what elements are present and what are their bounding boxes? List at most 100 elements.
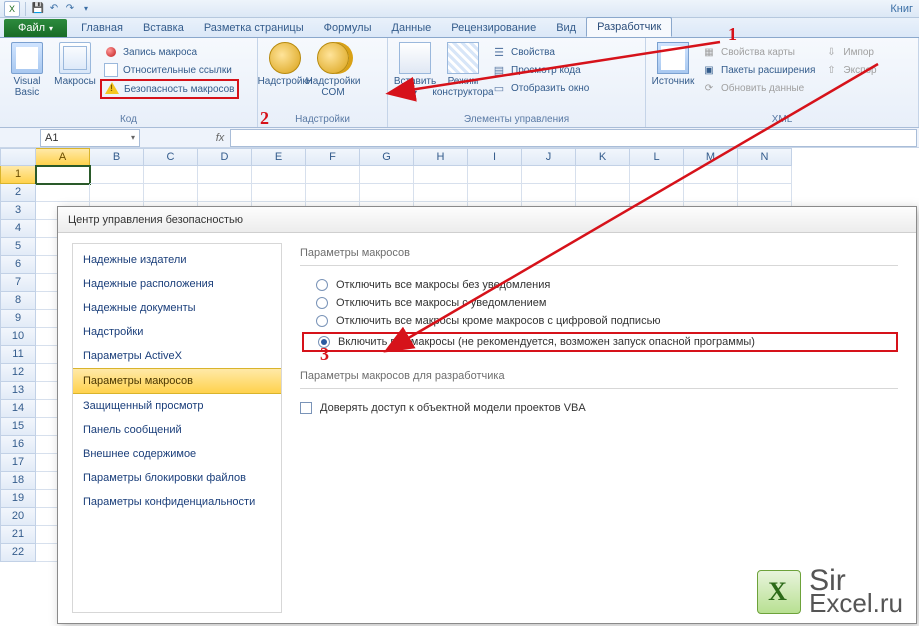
cell[interactable] [306, 184, 360, 202]
row-header[interactable]: 9 [0, 310, 36, 328]
cell[interactable] [630, 166, 684, 184]
trust-center-nav-item[interactable]: Защищенный просмотр [73, 394, 281, 418]
col-header[interactable]: L [630, 148, 684, 166]
cell[interactable] [90, 184, 144, 202]
row-header[interactable]: 4 [0, 220, 36, 238]
row-header[interactable]: 13 [0, 382, 36, 400]
addins-button[interactable]: Надстройки [262, 40, 308, 113]
macros-button[interactable]: Макросы [52, 40, 98, 113]
col-header[interactable]: D [198, 148, 252, 166]
undo-icon[interactable]: ↶ [47, 2, 61, 16]
cell[interactable] [576, 184, 630, 202]
cell[interactable] [414, 184, 468, 202]
tab-review[interactable]: Рецензирование [441, 19, 546, 37]
run-dialog-button[interactable]: Отобразить окно [488, 79, 592, 97]
col-header[interactable]: A [36, 148, 90, 166]
cell[interactable] [684, 184, 738, 202]
tab-data[interactable]: Данные [382, 19, 442, 37]
tab-file[interactable]: Файл [4, 19, 67, 37]
trust-center-nav-item[interactable]: Параметры ActiveX [73, 344, 281, 368]
col-header[interactable]: C [144, 148, 198, 166]
row-header[interactable]: 11 [0, 346, 36, 364]
row-header[interactable]: 5 [0, 238, 36, 256]
row-header[interactable]: 3 [0, 202, 36, 220]
trust-center-nav-item[interactable]: Надежные расположения [73, 272, 281, 296]
expansion-packs-button[interactable]: ▣Пакеты расширения [698, 61, 818, 79]
visual-basic-button[interactable]: Visual Basic [4, 40, 50, 113]
row-header[interactable]: 14 [0, 400, 36, 418]
cell[interactable] [738, 184, 792, 202]
cell[interactable] [522, 184, 576, 202]
cell[interactable] [36, 166, 90, 184]
tab-home[interactable]: Главная [71, 19, 133, 37]
source-button[interactable]: Источник [650, 40, 696, 113]
cell[interactable] [360, 184, 414, 202]
cell[interactable] [630, 184, 684, 202]
trust-center-nav-item[interactable]: Внешнее содержимое [73, 442, 281, 466]
cell[interactable] [252, 166, 306, 184]
col-header[interactable]: M [684, 148, 738, 166]
tab-page-layout[interactable]: Разметка страницы [194, 19, 314, 37]
tab-formulas[interactable]: Формулы [314, 19, 382, 37]
opt-disable-except-signed[interactable]: Отключить все макросы кроме макросов с ц… [300, 312, 898, 330]
trust-vba-checkbox[interactable]: Доверять доступ к объектной модели проек… [300, 399, 898, 417]
row-header[interactable]: 12 [0, 364, 36, 382]
row-header[interactable]: 20 [0, 508, 36, 526]
com-addins-button[interactable]: Надстройки COM [310, 40, 356, 113]
row-header[interactable]: 19 [0, 490, 36, 508]
col-header[interactable]: J [522, 148, 576, 166]
row-header[interactable]: 17 [0, 454, 36, 472]
cell[interactable] [738, 166, 792, 184]
formula-input[interactable] [230, 129, 917, 147]
trust-center-nav-item[interactable]: Надежные издатели [73, 248, 281, 272]
cell[interactable] [468, 184, 522, 202]
cell[interactable] [360, 166, 414, 184]
row-header[interactable]: 6 [0, 256, 36, 274]
row-header[interactable]: 21 [0, 526, 36, 544]
col-header[interactable]: H [414, 148, 468, 166]
cell[interactable] [36, 184, 90, 202]
cell[interactable] [306, 166, 360, 184]
properties-button[interactable]: Свойства [488, 43, 592, 61]
opt-disable-no-notify[interactable]: Отключить все макросы без уведомления [300, 276, 898, 294]
cell[interactable] [198, 184, 252, 202]
relative-refs-button[interactable]: Относительные ссылки [100, 61, 239, 79]
record-macro-button[interactable]: Запись макроса [100, 43, 239, 61]
trust-center-nav-item[interactable]: Надстройки [73, 320, 281, 344]
insert-controls-button[interactable]: Вставить▾ [392, 40, 438, 113]
opt-disable-notify[interactable]: Отключить все макросы с уведомлением [300, 294, 898, 312]
trust-center-nav-item[interactable]: Панель сообщений [73, 418, 281, 442]
excel-icon[interactable]: X [4, 1, 20, 17]
view-code-button[interactable]: Просмотр кода [488, 61, 592, 79]
col-header[interactable]: G [360, 148, 414, 166]
chevron-down-icon[interactable]: ▾ [131, 133, 135, 142]
col-header[interactable]: E [252, 148, 306, 166]
cell[interactable] [90, 166, 144, 184]
col-header[interactable]: K [576, 148, 630, 166]
tab-developer[interactable]: Разработчик [586, 17, 672, 37]
trust-center-nav-item[interactable]: Параметры конфиденциальности [73, 490, 281, 514]
row-header[interactable]: 7 [0, 274, 36, 292]
trust-center-nav-item[interactable]: Надежные документы [73, 296, 281, 320]
tab-insert[interactable]: Вставка [133, 19, 194, 37]
row-header[interactable]: 1 [0, 166, 36, 184]
col-header[interactable]: I [468, 148, 522, 166]
cell[interactable] [576, 166, 630, 184]
trust-center-nav-item[interactable]: Параметры макросов [73, 368, 281, 394]
name-box[interactable]: A1▾ [40, 129, 140, 147]
qat-dropdown-icon[interactable]: ▾ [79, 2, 93, 16]
cell[interactable] [684, 166, 738, 184]
select-all-corner[interactable] [0, 148, 36, 166]
design-mode-button[interactable]: Режим конструктора [440, 40, 486, 113]
row-header[interactable]: 15 [0, 418, 36, 436]
cell[interactable] [468, 166, 522, 184]
row-header[interactable]: 18 [0, 472, 36, 490]
cell[interactable] [252, 184, 306, 202]
fx-icon[interactable]: fx [210, 132, 230, 144]
row-header[interactable]: 10 [0, 328, 36, 346]
col-header[interactable]: B [90, 148, 144, 166]
opt-enable-all[interactable]: Включить все макросы (не рекомендуется, … [302, 332, 898, 352]
col-header[interactable]: F [306, 148, 360, 166]
row-header[interactable]: 16 [0, 436, 36, 454]
cell[interactable] [414, 166, 468, 184]
